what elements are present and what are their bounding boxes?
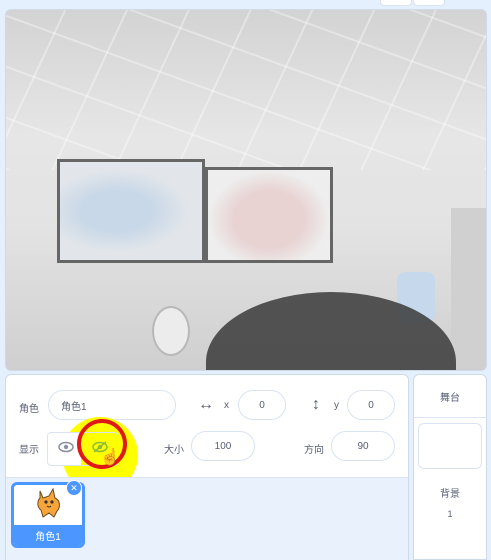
close-icon[interactable]: ✕ bbox=[66, 480, 82, 496]
stage-title: 舞台 bbox=[414, 375, 486, 418]
sprite-name-input[interactable]: 角色1 bbox=[48, 390, 176, 420]
fan-shape bbox=[152, 306, 190, 356]
direction-label: 方向 bbox=[304, 445, 324, 456]
x-label: x bbox=[224, 400, 229, 411]
top-button-right[interactable] bbox=[413, 0, 445, 6]
y-label: y bbox=[334, 400, 339, 411]
country-map-frame bbox=[205, 167, 333, 263]
direction-input[interactable]: 90 bbox=[331, 431, 395, 461]
sprite-info-panel: 角色 角色1 ↔ x 0 ↕ y 0 显示 ☝ 大小 100 方向 90 角色1… bbox=[5, 374, 409, 560]
backdrops-label: 背景 bbox=[440, 489, 460, 500]
top-button-left[interactable] bbox=[380, 0, 412, 6]
sprite-label: 角色 bbox=[19, 404, 39, 415]
y-input[interactable]: 0 bbox=[347, 390, 395, 420]
backdrops-count: 1 bbox=[447, 509, 453, 519]
sprite-thumbnail-name: 角色1 bbox=[14, 525, 82, 545]
size-label: 大小 bbox=[164, 445, 184, 456]
shelf-shape bbox=[451, 208, 486, 368]
stage-canvas[interactable] bbox=[5, 9, 487, 371]
cat-sprite-icon bbox=[32, 487, 66, 524]
size-input[interactable]: 100 bbox=[191, 431, 255, 461]
eye-icon bbox=[57, 440, 74, 458]
vertical-arrows-icon: ↕ bbox=[312, 396, 320, 413]
world-map-frame bbox=[57, 159, 205, 263]
stage-panel[interactable]: 舞台 背景 1 bbox=[413, 374, 487, 560]
show-label: 显示 bbox=[19, 445, 39, 456]
stage-thumbnail[interactable] bbox=[418, 423, 482, 469]
ceiling-pattern bbox=[6, 10, 486, 170]
horizontal-arrows-icon: ↔ bbox=[198, 396, 214, 413]
x-input[interactable]: 0 bbox=[238, 390, 286, 420]
hand-pointer-icon: ☝ bbox=[100, 449, 120, 466]
